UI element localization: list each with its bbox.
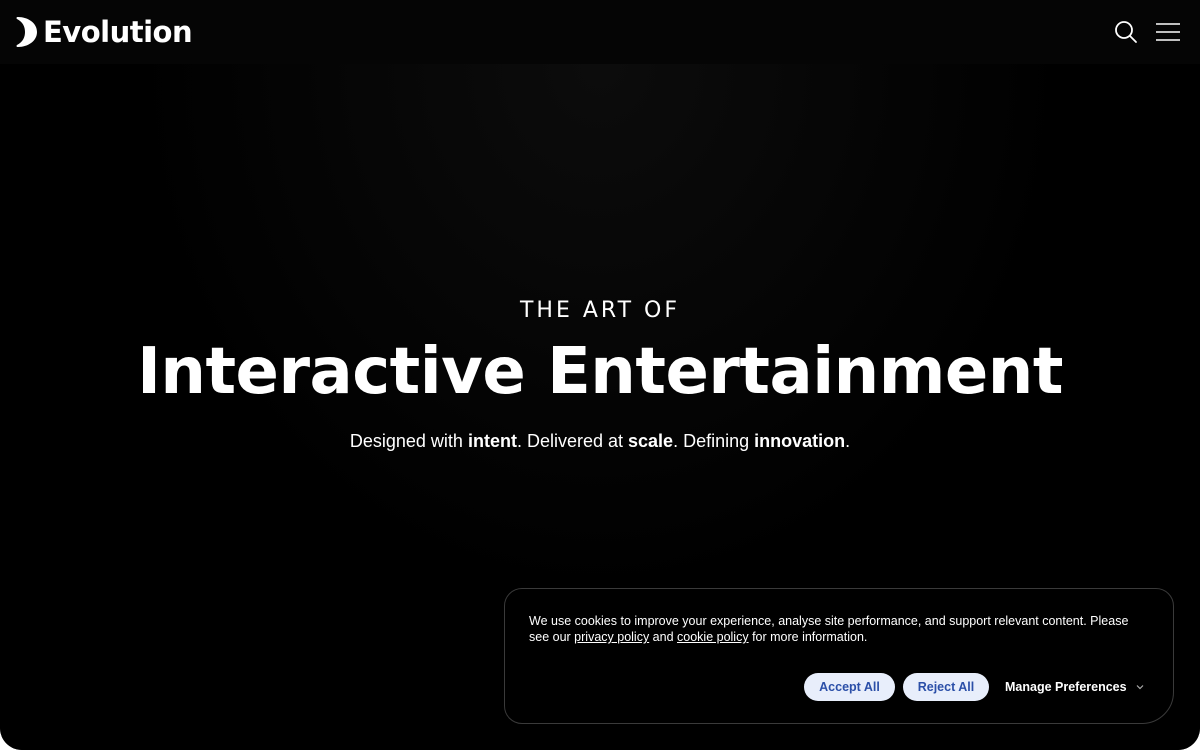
search-button[interactable] [1112, 18, 1140, 46]
hamburger-menu-icon [1156, 23, 1180, 41]
cookie-banner: We use cookies to improve your experienc… [504, 588, 1174, 724]
chevron-down-icon [1136, 685, 1144, 690]
hero-headline: Interactive Entertainment [137, 335, 1063, 409]
hero-eyebrow: THE ART OF [519, 298, 680, 323]
evolution-logo-icon [16, 17, 37, 47]
cookie-policy-link[interactable]: cookie policy [677, 630, 749, 644]
search-icon [1115, 21, 1137, 43]
page-frame: Evolution THE ART OF Interactive Enterta… [0, 0, 1200, 750]
tagline-bold-innovation: innovation [754, 431, 846, 451]
logo-link[interactable]: Evolution [16, 14, 193, 50]
privacy-policy-link[interactable]: privacy policy [574, 630, 649, 644]
reject-all-button[interactable]: Reject All [903, 673, 989, 701]
accept-all-button[interactable]: Accept All [804, 673, 895, 701]
manage-preferences-button[interactable]: Manage Preferences [1005, 673, 1145, 701]
tagline-text: . Defining [673, 431, 755, 451]
cookie-text-part: and [649, 630, 678, 644]
manage-preferences-label: Manage Preferences [1005, 680, 1127, 694]
tagline-bold-intent: intent [467, 431, 517, 451]
tagline-text: . Delivered at [516, 431, 629, 451]
tagline-text: Designed with [349, 431, 468, 451]
logo-text: Evolution [43, 15, 193, 49]
site-header: Evolution [0, 0, 1200, 64]
menu-button[interactable] [1154, 18, 1182, 46]
cookie-message: We use cookies to improve your experienc… [529, 613, 1149, 645]
hero-tagline: Designed with intent. Delivered at scale… [0, 429, 1200, 453]
tagline-bold-scale: scale [628, 431, 674, 451]
tagline-text: . [845, 431, 851, 451]
cookie-text-part: for more information. [748, 630, 868, 644]
